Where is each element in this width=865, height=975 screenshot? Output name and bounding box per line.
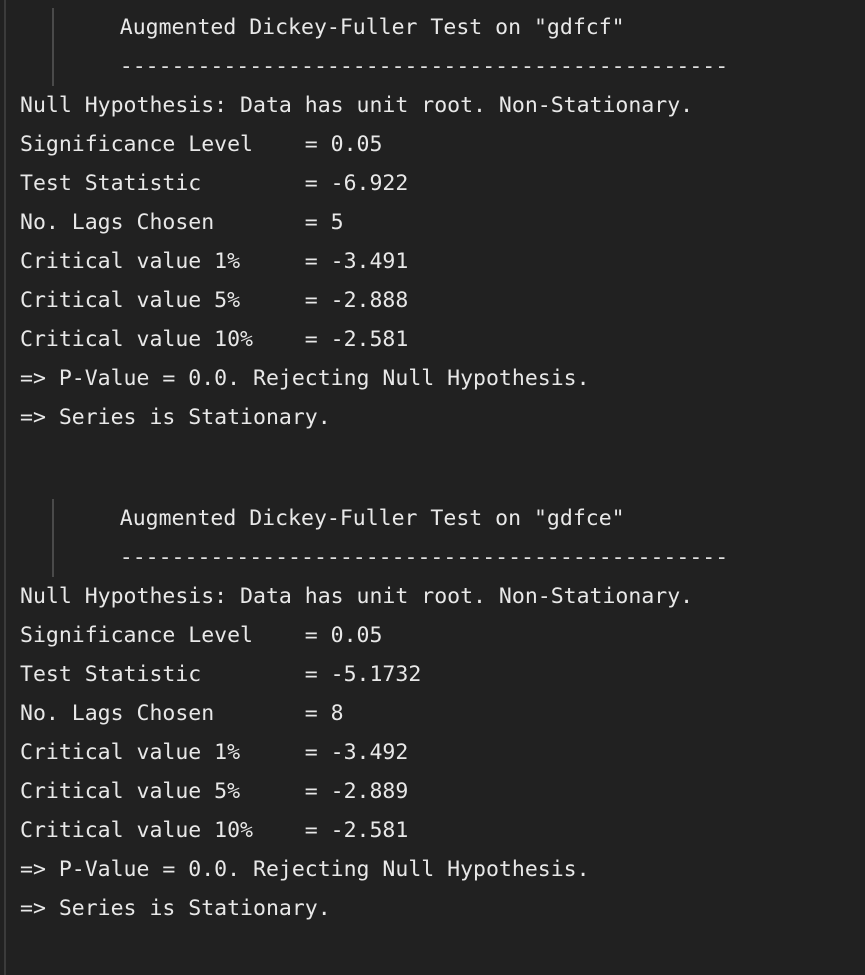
- adf-test-output: Augmented Dickey-Fuller Test on "gdfcf" …: [0, 0, 865, 975]
- adf-row-significance-level-gdfce: Significance Level = 0.05: [20, 623, 383, 648]
- adf-row-critical-value-1pct-gdfce: Critical value 1% = -3.492: [20, 740, 409, 765]
- top-padding: [0, 0, 865, 8]
- adf-null-hypothesis-gdfce: Null Hypothesis: Data has unit root. Non…: [20, 584, 694, 609]
- terminal-output-screen: Augmented Dickey-Fuller Test on "gdfcf" …: [0, 0, 865, 975]
- adf-divider-gdfce: ----------------------------------------…: [0, 538, 865, 577]
- adf-conclusion-gdfcf: => Series is Stationary.: [20, 405, 331, 430]
- adf-pvalue-gdfce: => P-Value = 0.0. Rejecting Null Hypothe…: [20, 857, 590, 882]
- adf-title-gdfcf: Augmented Dickey-Fuller Test on "gdfcf": [0, 8, 865, 47]
- adf-row-lags-chosen-gdfcf: No. Lags Chosen = 5: [20, 210, 344, 235]
- adf-null-hypothesis-gdfcf: Null Hypothesis: Data has unit root. Non…: [20, 93, 694, 118]
- adf-divider-gdfcf: ----------------------------------------…: [0, 47, 865, 86]
- block-separator: [0, 437, 865, 499]
- adf-title-gdfce: Augmented Dickey-Fuller Test on "gdfce": [0, 499, 865, 538]
- adf-row-critical-value-5pct-gdfce: Critical value 5% = -2.889: [20, 779, 409, 804]
- adf-result-block-gdfcf: Augmented Dickey-Fuller Test on "gdfcf" …: [0, 8, 865, 437]
- adf-row-critical-value-5pct-gdfcf: Critical value 5% = -2.888: [20, 288, 409, 313]
- adf-conclusion-gdfce: => Series is Stationary.: [20, 896, 331, 921]
- adf-row-critical-value-1pct-gdfcf: Critical value 1% = -3.491: [20, 249, 409, 274]
- adf-pvalue-gdfcf: => P-Value = 0.0. Rejecting Null Hypothe…: [20, 366, 590, 391]
- adf-result-block-gdfce: Augmented Dickey-Fuller Test on "gdfce" …: [0, 499, 865, 928]
- adf-row-lags-chosen-gdfce: No. Lags Chosen = 8: [20, 701, 344, 726]
- adf-row-critical-value-10pct-gdfcf: Critical value 10% = -2.581: [20, 327, 409, 352]
- adf-row-critical-value-10pct-gdfce: Critical value 10% = -2.581: [20, 818, 409, 843]
- adf-row-significance-level-gdfcf: Significance Level = 0.05: [20, 132, 383, 157]
- adf-row-test-statistic-gdfce: Test Statistic = -5.1732: [20, 662, 422, 687]
- adf-row-test-statistic-gdfcf: Test Statistic = -6.922: [20, 171, 409, 196]
